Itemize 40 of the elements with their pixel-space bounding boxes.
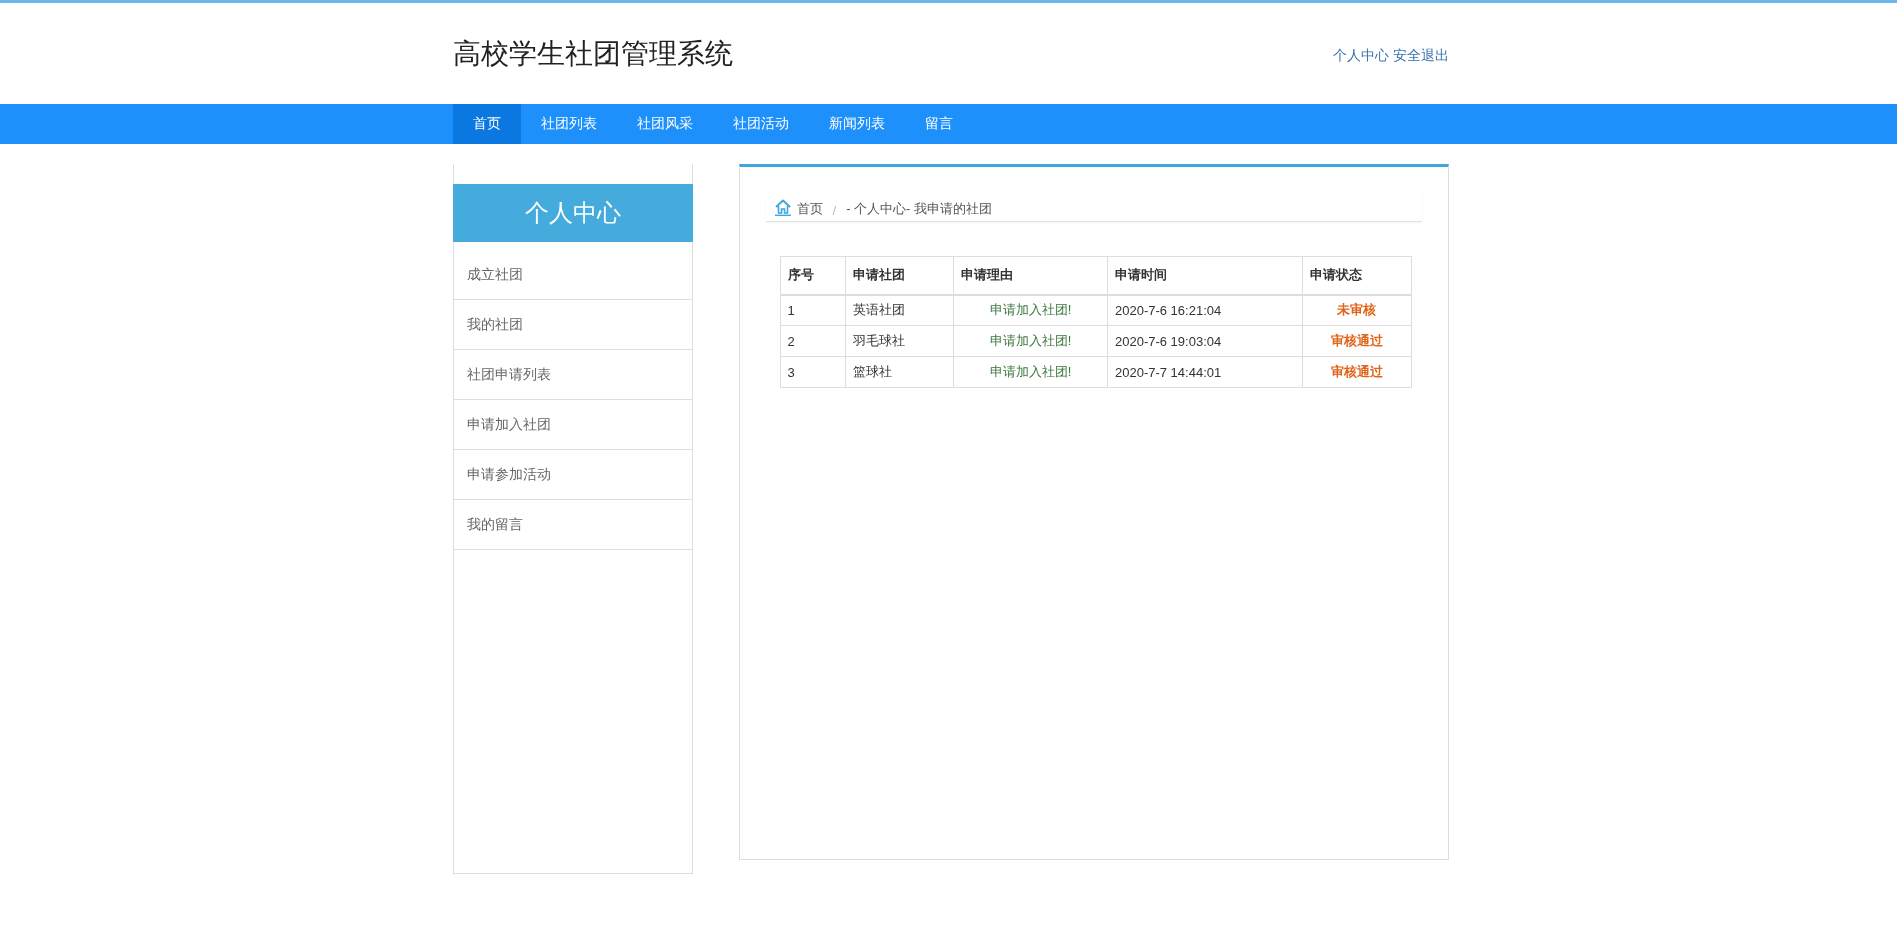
sidebar-item[interactable]: 我的留言	[453, 500, 692, 550]
header-link[interactable]: 个人中心	[1332, 46, 1389, 65]
table-cell: 申请加入社团!	[953, 325, 1108, 357]
nav-link[interactable]: 留言	[904, 104, 973, 144]
table-cell: 2020-7-6 19:03:04	[1107, 325, 1303, 357]
header-link[interactable]: 安全退出	[1392, 46, 1449, 65]
table-cell: 2020-7-6 16:21:04	[1107, 294, 1303, 326]
breadcrumb-current: - 个人中心- 我申请的社团	[846, 200, 992, 218]
column-header: 申请理由	[953, 256, 1108, 295]
table-cell: 2020-7-7 14:44:01	[1107, 356, 1303, 388]
sidebar-title: 个人中心	[452, 184, 693, 242]
table-cell: 审核通过	[1302, 325, 1411, 357]
table-cell: 2	[780, 325, 846, 357]
home-icon	[774, 199, 791, 216]
site-title: 高校学生社团管理系统	[452, 36, 733, 71]
column-header: 申请状态	[1302, 256, 1411, 295]
column-header: 申请时间	[1107, 256, 1303, 295]
column-header: 申请社团	[845, 256, 954, 295]
table-cell: 审核通过	[1302, 356, 1411, 388]
table-cell: 篮球社	[845, 356, 954, 388]
sidebar-item[interactable]: 社团申请列表	[453, 350, 692, 400]
sidebar-item[interactable]: 我的社团	[453, 300, 692, 350]
nav-link[interactable]: 社团风采	[616, 104, 713, 144]
table-cell: 申请加入社团!	[953, 294, 1108, 326]
nav-link[interactable]: 社团列表	[520, 104, 617, 144]
table-cell: 英语社团	[845, 294, 954, 326]
table-cell: 申请加入社团!	[953, 356, 1108, 388]
nav-link[interactable]: 新闻列表	[808, 104, 905, 144]
column-header: 序号	[780, 256, 846, 295]
nav-link[interactable]: 社团活动	[712, 104, 809, 144]
table-cell: 羽毛球社	[845, 325, 954, 357]
breadcrumb-separator: /	[832, 203, 837, 218]
sidebar-item[interactable]: 申请参加活动	[453, 450, 692, 500]
breadcrumb-home-link[interactable]: 首页	[796, 200, 823, 218]
sidebar-item[interactable]: 成立社团	[453, 250, 692, 300]
table-cell: 未审核	[1302, 294, 1411, 326]
table-cell: 1	[780, 294, 846, 326]
sidebar-item[interactable]: 申请加入社团	[453, 400, 692, 450]
table-cell: 3	[780, 356, 846, 388]
nav-link[interactable]: 首页	[452, 104, 521, 144]
